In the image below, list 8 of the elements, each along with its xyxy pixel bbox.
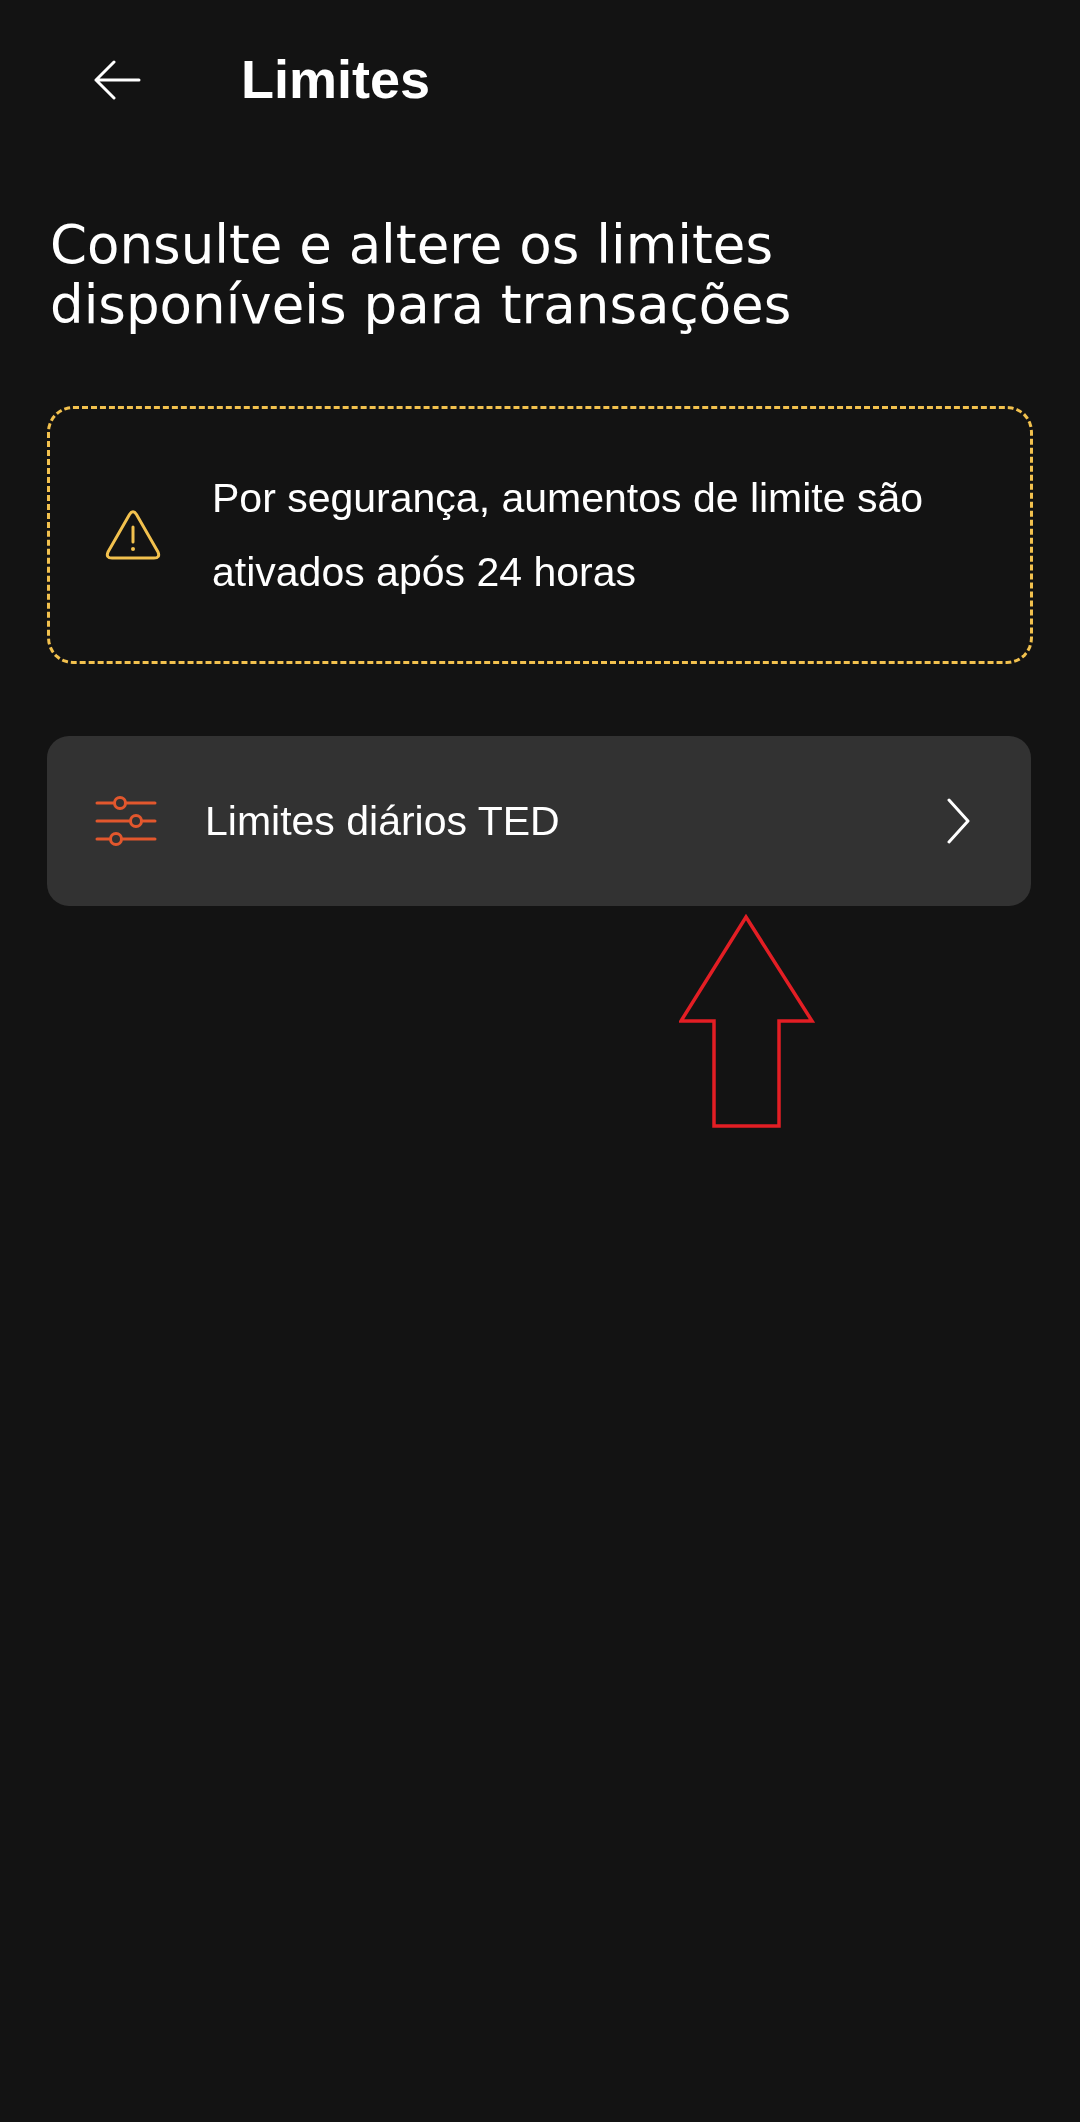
notice-text: Por segurança, aumentos de limite são ativados após 24 horas: [212, 474, 925, 597]
menu-item[interactable]: Limites diários TED: [47, 736, 1031, 906]
chevron-right-icon: [947, 798, 971, 844]
page-heading: Consulte e altere os limites disponíveis para transações: [50, 215, 793, 335]
back-button[interactable]: [93, 60, 141, 100]
sliders-icon: [95, 795, 157, 847]
screen-title: Limites: [241, 50, 431, 110]
warning-icon: [105, 510, 161, 560]
